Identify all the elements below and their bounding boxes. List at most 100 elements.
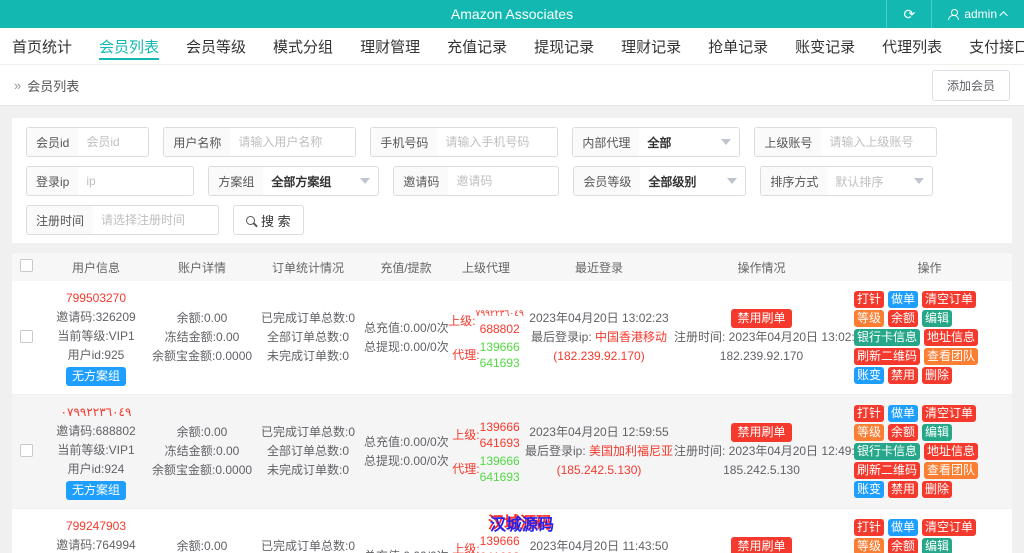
filter-select-内部代理[interactable]: 全部 — [639, 128, 739, 156]
chevron-down-icon — [914, 178, 925, 184]
filter-input-邀请码[interactable] — [448, 167, 559, 195]
nav-tab-抢单记录[interactable]: 抢单记录 — [708, 28, 768, 64]
filter-input-登录ip[interactable] — [78, 167, 194, 195]
filter-group: 用户名称 — [163, 127, 357, 157]
plan-group-button[interactable]: 无方案组 — [65, 367, 126, 386]
op-button-账变[interactable]: 账变 — [854, 367, 885, 384]
op-button-账变[interactable]: 账变 — [854, 481, 885, 498]
filter-input-上级账号[interactable] — [821, 128, 937, 156]
op-button-禁用[interactable]: 禁用 — [888, 481, 919, 498]
row-operations: 打针做单清空订单等级余额编辑银行卡信息地址信息刷新二维码查看团队账变禁用删除 — [849, 404, 1010, 499]
nav-tab-首页统计[interactable]: 首页统计 — [12, 28, 72, 64]
row-checkbox[interactable] — [19, 443, 33, 457]
column-header: 账户详情 — [177, 260, 226, 275]
nav-tab-模式分组[interactable]: 模式分组 — [273, 28, 333, 64]
op-button-清空订单[interactable]: 清空订单 — [922, 519, 977, 536]
op-button-打针[interactable]: 打针 — [854, 291, 885, 308]
op-button-清空订单[interactable]: 清空订单 — [922, 291, 977, 308]
op-button-禁用[interactable]: 禁用 — [888, 367, 919, 384]
op-button-等级[interactable]: 等级 — [854, 538, 885, 553]
op-button-打针[interactable]: 打针 — [854, 519, 885, 536]
cell-text: 总充值:0.00/0次 — [364, 547, 449, 553]
filter-label: 手机号码 — [371, 128, 438, 156]
last-login-time: 2023年04月20日 13:02:23 — [529, 311, 669, 325]
op-button-删除[interactable]: 删除 — [922, 481, 953, 498]
filter-select-方案组[interactable]: 全部方案组 — [263, 167, 378, 195]
search-button[interactable]: 搜 索 — [233, 205, 304, 235]
op-button-刷新二维码[interactable]: 刷新二维码 — [854, 348, 921, 365]
filter-input-会员id[interactable] — [78, 128, 149, 156]
filter-label: 会员等级 — [574, 167, 641, 195]
row-checkbox[interactable] — [19, 329, 33, 343]
last-login-ip: (182.239.92.170) — [553, 349, 645, 363]
op-button-等级[interactable]: 等级 — [854, 310, 885, 327]
op-button-余额[interactable]: 余额 — [888, 310, 919, 327]
op-button-银行卡信息[interactable]: 银行卡信息 — [854, 329, 921, 346]
plan-group-button[interactable]: 无方案组 — [65, 481, 126, 500]
cell-text: 邀请码:326209 — [56, 310, 136, 324]
cell-text: 当前等级:VIP1 — [57, 329, 135, 343]
ban-brush-button[interactable]: 禁用刷单 — [731, 309, 792, 328]
op-button-做单[interactable]: 做单 — [888, 405, 919, 422]
op-button-编辑[interactable]: 编辑 — [922, 538, 953, 553]
nav-tab-理财记录[interactable]: 理财记录 — [621, 28, 681, 64]
chevron-down-icon — [727, 178, 738, 184]
nav-tab-账变记录[interactable]: 账变记录 — [795, 28, 855, 64]
op-button-编辑[interactable]: 编辑 — [922, 424, 953, 441]
nav-tab-会员列表[interactable]: 会员列表 — [99, 28, 160, 64]
op-button-清空订单[interactable]: 清空订单 — [922, 405, 977, 422]
filter-label: 内部代理 — [573, 128, 640, 156]
op-button-刷新二维码[interactable]: 刷新二维码 — [854, 462, 921, 479]
op-button-删除[interactable]: 删除 — [922, 367, 953, 384]
select-all-checkbox[interactable] — [19, 259, 33, 272]
filter-select-排序方式[interactable]: 默认排序 — [827, 167, 932, 195]
op-button-地址信息[interactable]: 地址信息 — [924, 443, 979, 460]
filter-input-注册时间[interactable] — [93, 206, 219, 234]
chevron-down-icon — [721, 139, 732, 145]
breadcrumb-arrows: » — [14, 77, 22, 93]
op-button-编辑[interactable]: 编辑 — [922, 310, 953, 327]
filter-group: 上级账号 — [754, 127, 938, 157]
filter-select-会员等级[interactable]: 全部级别 — [640, 167, 745, 195]
op-button-做单[interactable]: 做单 — [888, 291, 919, 308]
cell-text: 未完成订单数:0 — [266, 349, 349, 363]
parent-agents: 上级: ٧٩٩٢٢٣٦٠٤٩ 688802 — [448, 307, 524, 336]
nav-tab-会员等级[interactable]: 会员等级 — [186, 28, 246, 64]
nav-tab-理财管理[interactable]: 理财管理 — [360, 28, 420, 64]
op-button-等级[interactable]: 等级 — [854, 424, 885, 441]
table-row: 799503270 邀请码:326209 当前等级:VIP1 用户id:925 无方… — [12, 281, 1012, 395]
filter-label: 上级账号 — [755, 128, 822, 156]
filter-group: 会员id — [26, 127, 150, 157]
filter-group: 登录ip — [26, 166, 195, 196]
op-button-查看团队[interactable]: 查看团队 — [924, 348, 979, 365]
member-table: 汉城源码 汉城源码 用户信息 账户详情 订单统计情况 充值/提款 上级代理 最近登录 操作情况… — [12, 253, 1012, 553]
op-button-打针[interactable]: 打针 — [854, 405, 885, 422]
filter-group: 排序方式 默认排序 — [760, 166, 934, 196]
username-link[interactable]: 799247903 — [40, 517, 152, 536]
username-link[interactable]: 799503270 — [40, 289, 152, 308]
filter-label: 用户名称 — [164, 128, 231, 156]
nav-tab-支付接口[interactable]: 支付接口 — [969, 28, 1024, 64]
nav-tab-代理列表[interactable]: 代理列表 — [882, 28, 942, 64]
op-button-做单[interactable]: 做单 — [888, 519, 919, 536]
op-button-银行卡信息[interactable]: 银行卡信息 — [854, 443, 921, 460]
user-menu-label: admin — [964, 7, 997, 21]
op-button-地址信息[interactable]: 地址信息 — [924, 329, 979, 346]
nav-tab-提现记录[interactable]: 提现记录 — [534, 28, 594, 64]
refresh-button[interactable]: ⟳ — [886, 0, 933, 28]
op-button-余额[interactable]: 余额 — [888, 424, 919, 441]
filter-input-用户名称[interactable] — [230, 128, 356, 156]
ban-brush-button[interactable]: 禁用刷单 — [731, 537, 792, 553]
nav-tab-充值记录[interactable]: 充值记录 — [447, 28, 507, 64]
filter-group: 手机号码 — [370, 127, 559, 157]
username-link[interactable]: ٠٧٩٩٢٢٣٦٠٤٩ — [40, 403, 152, 422]
add-member-button[interactable]: 添加会员 — [931, 69, 1010, 101]
ban-brush-button[interactable]: 禁用刷单 — [731, 423, 792, 442]
op-button-查看团队[interactable]: 查看团队 — [924, 462, 979, 479]
op-button-余额[interactable]: 余额 — [888, 538, 919, 553]
cell-text: 未完成订单数:0 — [266, 463, 349, 477]
row-operations: 打针做单清空订单等级余额编辑银行卡信息地址信息刷新二维码查看团队账变禁用删除 — [849, 290, 1010, 385]
last-login-ip-line: 最后登录ip: 美国加利福尼亚 — [524, 444, 674, 458]
filter-input-手机号码[interactable] — [437, 128, 558, 156]
user-menu[interactable]: admin — [932, 7, 1024, 21]
